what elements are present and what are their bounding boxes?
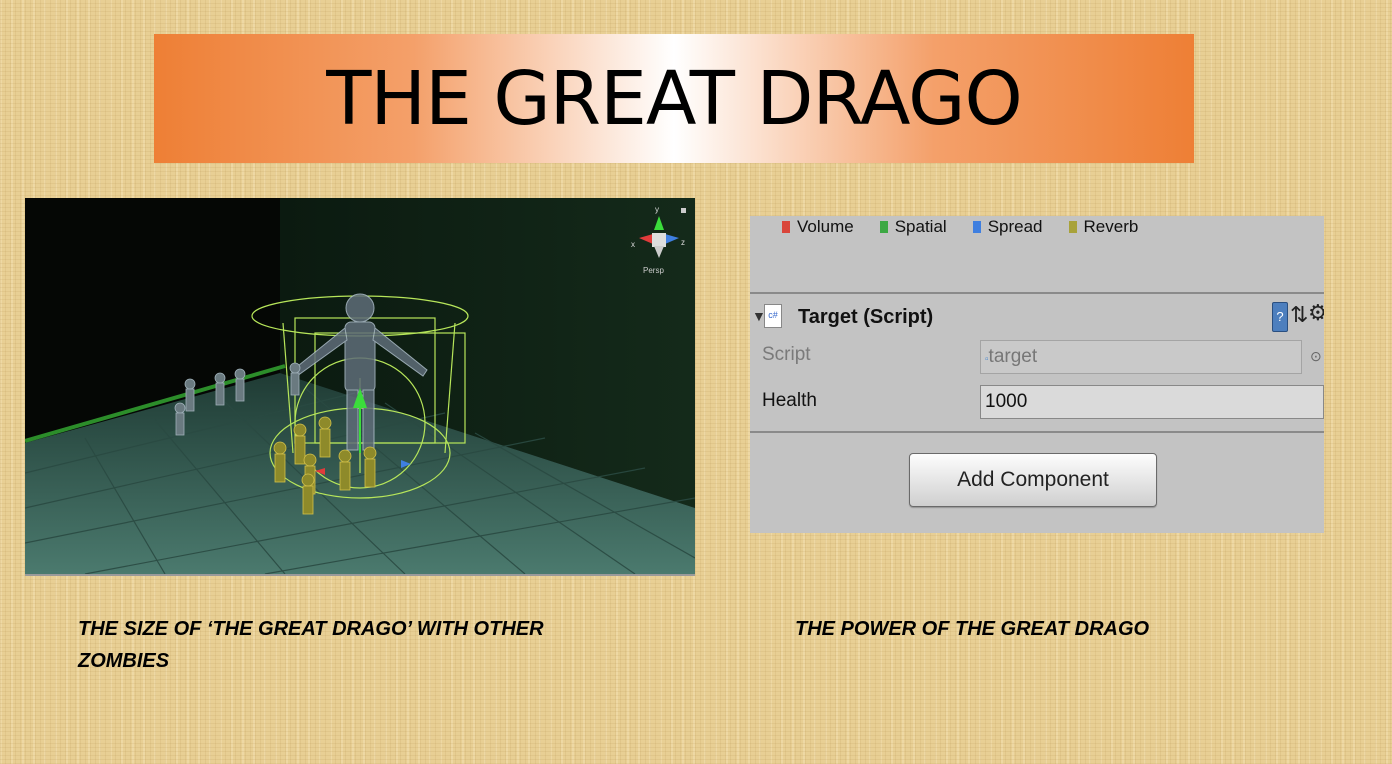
health-input[interactable]: 1000 bbox=[980, 385, 1324, 419]
legend-item-spread: Spread bbox=[972, 216, 1043, 238]
divider bbox=[750, 431, 1324, 433]
gizmo-y-label: y bbox=[655, 205, 659, 214]
divider bbox=[750, 292, 1324, 294]
help-icon[interactable]: ? bbox=[1272, 302, 1288, 332]
legend-swatch bbox=[879, 221, 888, 233]
inspector-panel: Volume Spatial Spread Reverb ▼ c# Target… bbox=[750, 216, 1324, 533]
legend-label: Spatial bbox=[894, 217, 947, 236]
preset-settings-icon[interactable]: ⇅ bbox=[1290, 302, 1308, 328]
legend-swatch bbox=[782, 221, 790, 233]
title-banner: THE GREAT DRAGO bbox=[154, 34, 1194, 163]
lock-icon[interactable] bbox=[681, 208, 686, 213]
caption-size: THE SIZE OF ‘THE GREAT DRAGO’ WITH OTHER… bbox=[78, 618, 544, 672]
legend-item-reverb: Reverb bbox=[1068, 216, 1139, 238]
health-field-label: Health bbox=[762, 390, 817, 411]
legend-label: Volume bbox=[797, 217, 854, 236]
gear-icon[interactable]: ⚙ bbox=[1308, 300, 1324, 326]
script-field-label: Script bbox=[762, 344, 811, 365]
legend-item-spatial: Spatial bbox=[879, 216, 947, 238]
object-picker-icon: ⊙ bbox=[1310, 348, 1322, 364]
audio-curve-legend: Volume Spatial Spread Reverb bbox=[782, 216, 1164, 238]
legend-swatch bbox=[1068, 221, 1077, 233]
add-component-button[interactable]: Add Component bbox=[909, 453, 1157, 507]
legend-label: Spread bbox=[987, 217, 1043, 236]
legend-item-volume: Volume bbox=[782, 216, 854, 238]
health-input-value: 1000 bbox=[985, 391, 1028, 412]
gizmo-x-label: x bbox=[631, 240, 635, 249]
script-icon: c# bbox=[764, 304, 782, 328]
page-title: THE GREAT DRAGO bbox=[326, 55, 1023, 142]
projection-label[interactable]: Persp bbox=[643, 266, 664, 275]
legend-swatch bbox=[972, 221, 981, 233]
scene-view-image: y x z Persp bbox=[25, 198, 695, 576]
gizmo-z-label: z bbox=[681, 238, 685, 247]
caption-power: THE POWER OF THE GREAT DRAGO bbox=[795, 618, 1150, 640]
component-header[interactable]: ▼ c# Target (Script) ? ⇅ ⚙ bbox=[750, 300, 1324, 336]
legend-label: Reverb bbox=[1083, 217, 1139, 236]
component-title: Target (Script) bbox=[798, 306, 934, 328]
script-field-value: target bbox=[988, 346, 1038, 367]
script-field: ▫target bbox=[980, 340, 1302, 374]
